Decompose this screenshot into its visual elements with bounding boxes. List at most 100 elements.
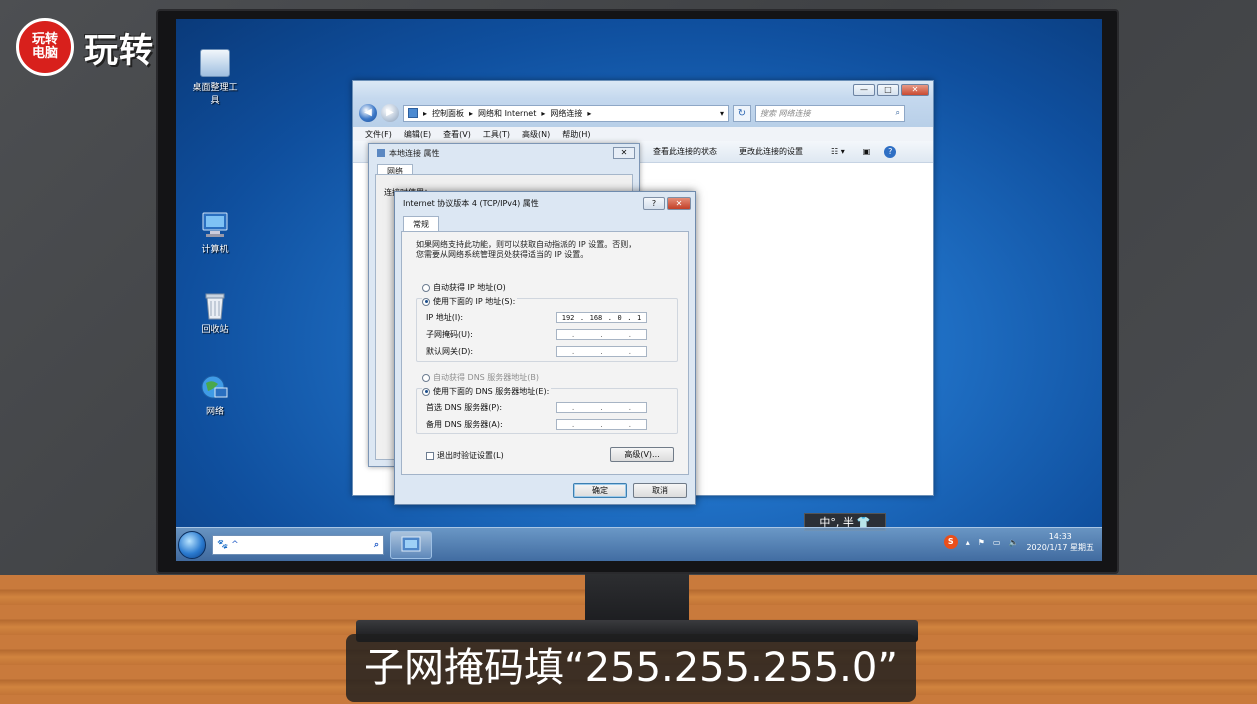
help-icon[interactable]: ? (884, 145, 897, 158)
tray-expand-icon[interactable]: ▴ (966, 538, 970, 547)
gateway-row: 默认网关(D): ... (426, 345, 666, 358)
radio-dot (422, 373, 430, 382)
validate-on-exit-checkbox[interactable]: 退出时验证设置(L) (426, 450, 504, 461)
breadcrumb-item[interactable]: 网络连接 (550, 108, 582, 119)
ip-address-field[interactable]: 192. 168. 0. 1 (556, 312, 647, 323)
search-input[interactable]: 搜索 网络连接 ⌕ (755, 104, 905, 122)
minimize-button[interactable]: — (853, 84, 875, 96)
menu-help[interactable]: 帮助(H) (562, 129, 590, 140)
ip-octet: 1 (636, 313, 642, 322)
view-options-icon[interactable]: ☷ ▾ (831, 147, 845, 156)
breadcrumb-sep-icon: ▸ (423, 108, 428, 118)
general-tab-pane: 如果网络支持此功能，则可以获取自动指派的 IP 设置。否则， 您需要从网络系统管… (401, 231, 689, 475)
ip-address-label: IP 地址(I): (426, 313, 464, 322)
tool-icon (200, 49, 230, 77)
logo-seal-line2: 电脑 (31, 46, 58, 61)
search-icon[interactable]: ⌕ (896, 108, 900, 118)
taskbar-search-input[interactable]: 🐾 ^ ⌕ (212, 535, 384, 555)
alternate-dns-row: 备用 DNS 服务器(A): ... (426, 418, 666, 431)
system-clock[interactable]: 14:33 2020/1/17 星期五 (1026, 531, 1094, 553)
desktop-icon-recycle-bin[interactable]: 回收站 (190, 291, 240, 335)
refresh-button[interactable]: ↻ (733, 104, 751, 122)
menu-view[interactable]: 查看(V) (443, 129, 471, 140)
close-button[interactable]: ✕ (901, 84, 929, 96)
radio-dot (422, 283, 430, 292)
subnet-mask-row: 子网掩码(U): ... (426, 328, 666, 341)
validate-on-exit-label: 退出时验证设置(L) (437, 451, 504, 460)
desktop-icon-organizer[interactable]: 桌面整理工具 (190, 49, 240, 106)
monitor: 桌面整理工具 计算机 回收站 网络 — □ ✕ ◀ ▶ ▸ 控制面板 ▸ 网络和… (156, 9, 1119, 574)
checkbox-box (426, 451, 434, 460)
action-center-icon[interactable]: ⚑ (978, 538, 985, 547)
control-panel-icon (408, 108, 418, 118)
ipv4-title: Internet 协议版本 4 (TCP/IPv4) 属性 (403, 198, 539, 208)
ipv4-titlebar: Internet 协议版本 4 (TCP/IPv4) 属性 ? ✕ (395, 192, 695, 214)
subnet-mask-field[interactable]: ... (556, 329, 647, 340)
subnet-mask-label: 子网掩码(U): (426, 330, 473, 339)
view-status-command[interactable]: 查看此连接的状态 (653, 146, 717, 157)
taskbar-network-app[interactable] (390, 531, 432, 559)
computer-icon (200, 211, 230, 239)
preferred-dns-row: 首选 DNS 服务器(P): ... (426, 401, 666, 414)
monitor-stand-neck (585, 574, 689, 624)
breadcrumb-sep-icon: ▸ (541, 108, 546, 118)
network-tray-icon[interactable]: ▭ (993, 538, 1001, 547)
back-button[interactable]: ◀ (359, 104, 377, 122)
logo-seal-line1: 玩转 (31, 32, 58, 47)
alternate-dns-field[interactable]: ... (556, 419, 647, 430)
address-dropdown-icon[interactable]: ▾ (720, 109, 724, 118)
manual-ip-radio[interactable]: 使用下面的 IP 地址(S): (422, 296, 518, 307)
forward-button[interactable]: ▶ (381, 104, 399, 122)
maximize-button[interactable]: □ (877, 84, 899, 96)
menu-file[interactable]: 文件(F) (365, 129, 392, 140)
address-bar[interactable]: ▸ 控制面板 ▸ 网络和 Internet ▸ 网络连接 ▸ ▾ (403, 104, 729, 122)
preview-pane-icon[interactable]: ▣ (863, 147, 871, 156)
desktop-icon-label: 网络 (205, 407, 224, 417)
system-tray: S ▴ ⚑ ▭ 🔈 14:33 2020/1/17 星期五 (943, 531, 1094, 553)
preferred-dns-field[interactable]: ... (556, 402, 647, 413)
volume-icon[interactable]: 🔈 (1008, 538, 1018, 547)
preferred-dns-label: 首选 DNS 服务器(P): (426, 403, 503, 412)
auto-dns-radio: 自动获得 DNS 服务器地址(B) (422, 372, 539, 383)
auto-ip-radio[interactable]: 自动获得 IP 地址(O) (422, 282, 506, 293)
breadcrumb-item[interactable]: 控制面板 (432, 108, 464, 119)
help-button[interactable]: ? (643, 197, 665, 210)
intro-line: 如果网络支持此功能，则可以获取自动指派的 IP 设置。否则， (416, 240, 637, 249)
recycle-bin-icon (200, 291, 230, 320)
address-row: ◀ ▶ ▸ 控制面板 ▸ 网络和 Internet ▸ 网络连接 ▸ ▾ ↻ 搜… (353, 99, 933, 127)
properties-close-button[interactable]: ✕ (613, 147, 635, 159)
menu-advanced[interactable]: 高级(N) (522, 129, 550, 140)
breadcrumb-item[interactable]: 网络和 Internet (478, 108, 536, 119)
intro-text: 如果网络支持此功能，则可以获取自动指派的 IP 设置。否则， 您需要从网络系统管… (416, 240, 678, 260)
tab-general[interactable]: 常规 (403, 216, 439, 232)
gateway-field[interactable]: ... (556, 346, 647, 357)
manual-dns-label: 使用下面的 DNS 服务器地址(E): (433, 387, 550, 396)
ok-button[interactable]: 确定 (573, 483, 627, 498)
cancel-button[interactable]: 取消 (633, 483, 687, 498)
change-settings-command[interactable]: 更改此连接的设置 (739, 146, 803, 157)
clock-date: 2020/1/17 星期五 (1026, 543, 1094, 552)
desktop-icon-label: 计算机 (201, 245, 229, 255)
desktop-icon-network[interactable]: 网络 (190, 373, 240, 417)
clock-time: 14:33 (1048, 532, 1072, 541)
auto-dns-label: 自动获得 DNS 服务器地址(B) (433, 373, 540, 382)
advanced-button[interactable]: 高级(V)... (610, 447, 674, 462)
gateway-label: 默认网关(D): (426, 347, 474, 356)
sogou-ime-icon[interactable]: S (943, 535, 958, 549)
dialog-close-button[interactable]: ✕ (667, 197, 691, 210)
video-subtitle: 子网掩码填“255.255.255.0” (346, 634, 916, 702)
network-globe-icon (200, 373, 230, 401)
desktop-icon-computer[interactable]: 计算机 (190, 211, 240, 255)
alternate-dns-label: 备用 DNS 服务器(A): (426, 420, 503, 429)
menu-edit[interactable]: 编辑(E) (404, 129, 431, 140)
menu-tools[interactable]: 工具(T) (483, 129, 510, 140)
search-go-icon[interactable]: ⌕ (374, 540, 379, 550)
ip-octet: 0 (617, 313, 622, 322)
manual-dns-radio[interactable]: 使用下面的 DNS 服务器地址(E): (422, 386, 552, 397)
start-button[interactable] (178, 531, 206, 559)
properties-titlebar: 本地连接 属性 (369, 144, 639, 162)
network-adapter-icon (377, 149, 385, 157)
radio-dot (422, 387, 430, 396)
desktop-icon-label: 回收站 (201, 325, 229, 335)
paw-search-icon: 🐾 ^ (217, 540, 239, 550)
